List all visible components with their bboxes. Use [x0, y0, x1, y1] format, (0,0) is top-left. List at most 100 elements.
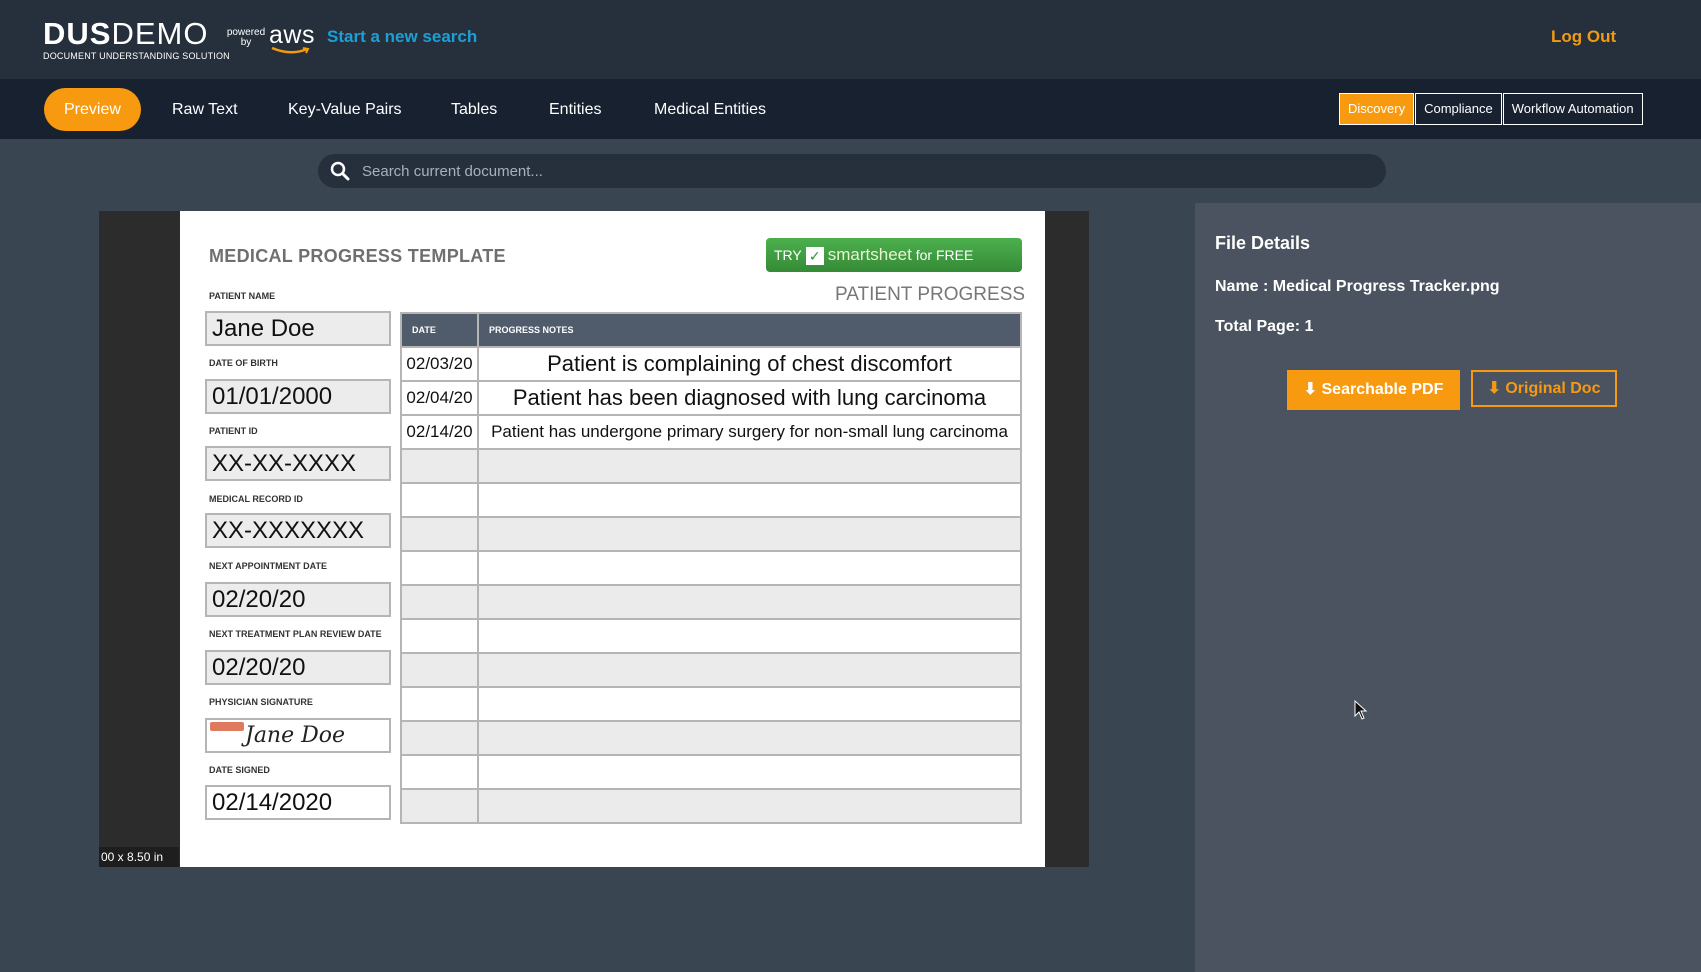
field-label-next-review: NEXT TREATMENT PLAN REVIEW DATE [209, 629, 382, 639]
table-cell-empty [477, 516, 1022, 552]
document-nav-bar: Preview Raw Text Key-Value Pairs Tables … [0, 79, 1701, 139]
field-label-next-appointment: NEXT APPOINTMENT DATE [209, 561, 328, 571]
signature-image: Jane Doe [245, 723, 346, 748]
table-row-empty [400, 618, 1022, 654]
table-cell-empty [400, 516, 479, 552]
document-title: MEDICAL PROGRESS TEMPLATE [209, 246, 506, 266]
tab-raw-text[interactable]: Raw Text [152, 88, 258, 131]
app-header: DUSDEMO DOCUMENT UNDERSTANDING SOLUTION … [0, 0, 1701, 79]
table-cell-empty [477, 618, 1022, 654]
progress-notes-table: DATE PROGRESS NOTES 02/03/20 Patient is … [400, 312, 1022, 824]
table-row-empty [400, 652, 1022, 688]
logo-bold-text: DUS [43, 16, 112, 51]
physician-signature-box: Jane Doe [205, 718, 391, 753]
table-cell-empty [400, 652, 479, 688]
table-row-empty [400, 788, 1022, 824]
powered-by-label: powered by [226, 27, 266, 48]
table-cell-empty [477, 448, 1022, 484]
file-details-title: File Details [1215, 233, 1311, 253]
table-row: 02/04/20 Patient has been diagnosed with… [400, 380, 1022, 416]
checkmark-icon: ✓ [805, 247, 824, 266]
field-value-next-review: 02/20/20 [205, 650, 391, 685]
field-label-medical-record-id: MEDICAL RECORD ID [209, 494, 303, 504]
aws-smile-icon [271, 47, 310, 54]
aws-logo: aws [269, 21, 315, 54]
field-label-patient-id: PATIENT ID [209, 426, 258, 436]
table-row-empty [400, 754, 1022, 790]
file-name: Name : Medical Progress Tracker.png [1215, 278, 1500, 295]
document-search-bar [318, 154, 1386, 188]
mode-workflow-automation-button[interactable]: Workflow Automation [1502, 93, 1643, 125]
column-header-progress-notes: PROGRESS NOTES [477, 312, 1022, 348]
table-row-empty [400, 448, 1022, 484]
mouse-cursor-icon [1354, 700, 1368, 720]
table-row-empty [400, 482, 1022, 518]
table-row: 02/14/20 Patient has undergone primary s… [400, 414, 1022, 450]
field-value-patient-name: Jane Doe [205, 311, 391, 346]
table-cell-empty [477, 720, 1022, 756]
table-cell-note: Patient has undergone primary surgery fo… [477, 414, 1022, 450]
mode-discovery-button[interactable]: Discovery [1339, 93, 1415, 125]
table-cell-empty [400, 686, 479, 722]
search-input[interactable] [362, 154, 1362, 188]
download-searchable-pdf-button[interactable]: ⬇ Searchable PDF [1287, 370, 1460, 410]
table-cell-empty [477, 584, 1022, 620]
tab-tables[interactable]: Tables [431, 88, 517, 131]
aws-logo-text: aws [269, 21, 315, 49]
table-cell-empty [400, 720, 479, 756]
ad-try-text: TRY [774, 247, 802, 263]
field-value-date-of-birth: 01/01/2000 [205, 379, 391, 414]
document-page: MEDICAL PROGRESS TEMPLATE TRY ✓ smartsheet… [180, 211, 1045, 867]
tab-entities[interactable]: Entities [529, 88, 621, 131]
table-cell-empty [477, 686, 1022, 722]
table-cell-empty [477, 652, 1022, 688]
file-details-panel: File Details Name : Medical Progress Tra… [1195, 203, 1701, 972]
field-value-medical-record-id: XX-XXXXXXX [205, 513, 391, 548]
field-label-patient-name: PATIENT NAME [209, 291, 276, 301]
table-cell-empty [477, 754, 1022, 790]
ad-free-text: for FREE [915, 247, 974, 263]
table-cell-empty [400, 584, 479, 620]
sign-here-tag [210, 722, 244, 731]
table-cell-date: 02/03/20 [400, 346, 479, 382]
table-cell-empty [400, 550, 479, 586]
table-row-empty [400, 584, 1022, 620]
field-label-date-of-birth: DATE OF BIRTH [209, 358, 278, 368]
table-cell-date: 02/14/20 [400, 414, 479, 450]
tab-medical-entities[interactable]: Medical Entities [634, 88, 786, 131]
table-row-empty [400, 720, 1022, 756]
table-cell-empty [400, 482, 479, 518]
tab-key-value-pairs[interactable]: Key-Value Pairs [268, 88, 422, 131]
dus-demo-logo[interactable]: DUSDEMO DOCUMENT UNDERSTANDING SOLUTION [43, 18, 230, 62]
table-cell-empty [477, 550, 1022, 586]
table-row-empty [400, 550, 1022, 586]
search-icon [330, 161, 350, 181]
logo-light-text: DEMO [111, 16, 209, 51]
total-pages: Total Page: 1 [1215, 318, 1314, 335]
table-cell-empty [400, 754, 479, 790]
tab-preview[interactable]: Preview [44, 88, 141, 131]
logo-subtitle: DOCUMENT UNDERSTANDING SOLUTION [43, 51, 230, 61]
mode-compliance-button[interactable]: Compliance [1415, 93, 1502, 125]
logout-link[interactable]: Log Out [1551, 27, 1616, 47]
table-row-empty [400, 516, 1022, 552]
table-cell-date: 02/04/20 [400, 380, 479, 416]
mode-switcher: Discovery Compliance Workflow Automation [1339, 93, 1643, 125]
download-original-doc-button[interactable]: ⬇ Original Doc [1471, 370, 1617, 407]
table-header-row: DATE PROGRESS NOTES [400, 312, 1022, 348]
table-row: 02/03/20 Patient is complaining of chest… [400, 346, 1022, 382]
smartsheet-ad-banner[interactable]: TRY ✓ smartsheet for FREE [766, 238, 1022, 272]
table-cell-empty [400, 788, 479, 824]
field-label-date-signed: DATE SIGNED [209, 765, 270, 775]
table-cell-empty [400, 618, 479, 654]
document-viewer[interactable]: MEDICAL PROGRESS TEMPLATE TRY ✓ smartsheet… [99, 211, 1089, 867]
logo-wordmark: DUSDEMO [43, 18, 218, 50]
column-header-date: DATE [400, 312, 479, 348]
field-value-date-signed: 02/14/2020 [205, 785, 391, 820]
table-cell-empty [477, 482, 1022, 518]
field-value-patient-id: XX-XX-XXXX [205, 446, 391, 481]
table-cell-empty [477, 788, 1022, 824]
start-new-search-link[interactable]: Start a new search [327, 27, 477, 47]
field-value-next-appointment: 02/20/20 [205, 582, 391, 617]
page-size-label: 00 x 8.50 in [99, 847, 179, 867]
